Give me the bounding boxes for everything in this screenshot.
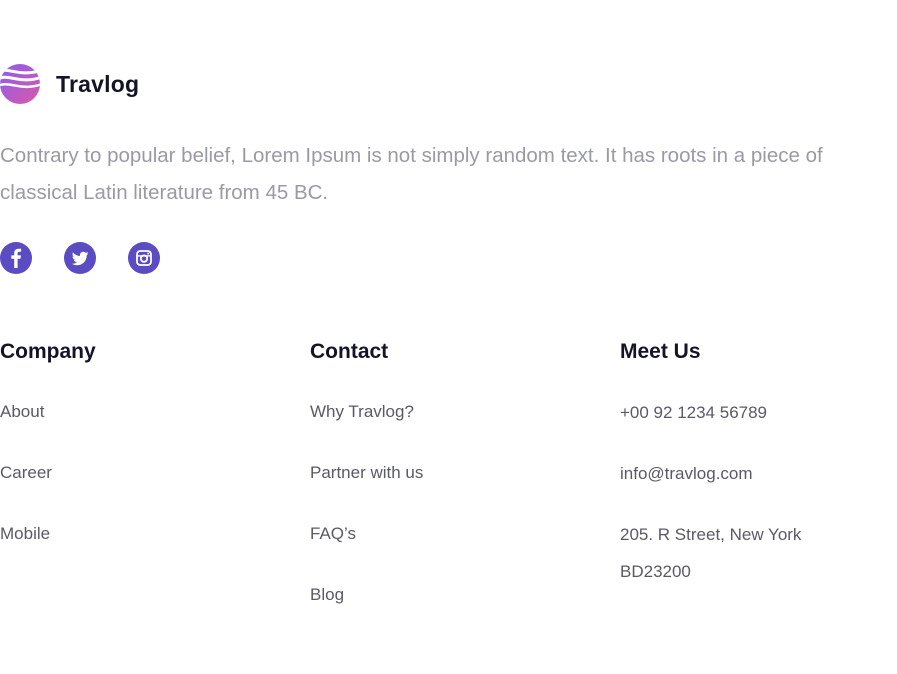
facebook-icon	[11, 248, 22, 268]
footer-column-meet-us: Meet Us +00 92 1234 56789 info@travlog.c…	[620, 338, 801, 581]
footer-link-faq[interactable]: FAQ’s	[310, 522, 580, 546]
footer: Travlog Contrary to popular belief, Lore…	[0, 0, 897, 674]
meet-us-details: +00 92 1234 56789 info@travlog.com 205. …	[620, 394, 890, 614]
twitter-link[interactable]	[64, 242, 96, 274]
column-title: Meet Us	[620, 340, 701, 363]
footer-link-partner[interactable]: Partner with us	[310, 461, 580, 485]
contact-links: Why Travlog? Partner with us FAQ’s Blog	[310, 400, 580, 644]
wave-globe-logo-icon	[0, 64, 40, 104]
footer-link-blog[interactable]: Blog	[310, 583, 580, 607]
footer-link-career[interactable]: Career	[0, 461, 270, 485]
email-link[interactable]: info@travlog.com	[620, 455, 850, 492]
footer-link-about[interactable]: About	[0, 400, 270, 424]
footer-link-mobile[interactable]: Mobile	[0, 522, 270, 546]
footer-column-company: Company About Career Mobile	[0, 338, 96, 543]
footer-link-why-travlog[interactable]: Why Travlog?	[310, 400, 580, 424]
company-links: About Career Mobile	[0, 400, 270, 583]
phone-link[interactable]: +00 92 1234 56789	[620, 394, 850, 431]
brand-name: Travlog	[56, 70, 140, 97]
column-title: Company	[0, 340, 96, 363]
brand[interactable]: Travlog	[0, 64, 139, 104]
column-title: Contact	[310, 340, 389, 363]
footer-column-contact: Contact Why Travlog? Partner with us FAQ…	[310, 338, 423, 604]
footer-tagline: Contrary to popular belief, Lorem Ipsum …	[0, 144, 823, 204]
instagram-icon	[136, 250, 152, 266]
address-text: 205. R Street, New York BD23200	[620, 525, 802, 581]
twitter-icon	[71, 251, 89, 266]
social-links	[0, 242, 160, 274]
instagram-link[interactable]	[128, 242, 160, 274]
facebook-link[interactable]	[0, 242, 32, 274]
